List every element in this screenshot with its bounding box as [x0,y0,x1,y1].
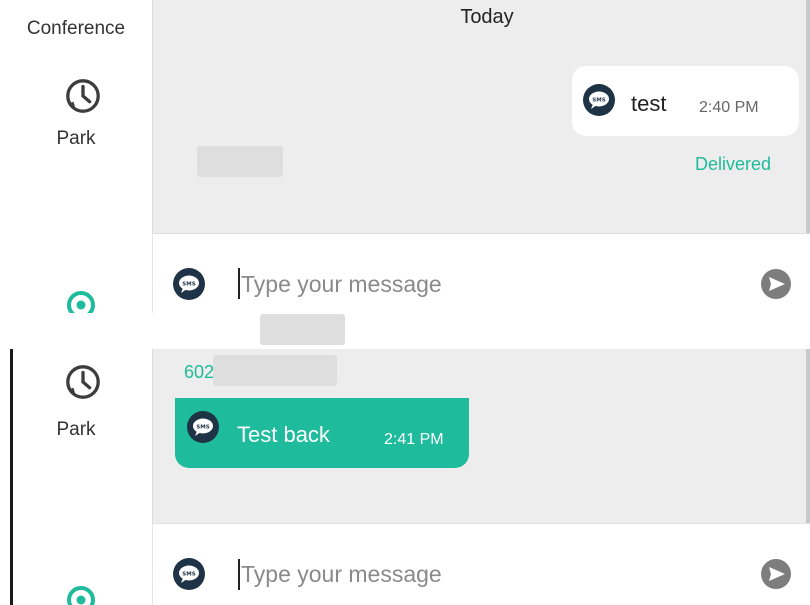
scrollbar[interactable] [806,349,810,523]
sidebar: Conference Park [0,0,152,313]
sidebar-item-park-label: Park [56,419,96,440]
delivery-status: Delivered [695,154,772,174]
clock-icon [66,365,100,399]
sms-icon: SMS [173,558,205,590]
message-input[interactable] [241,558,721,590]
svg-text:SMS: SMS [182,282,195,288]
redacted-block [260,314,345,345]
send-arrow-icon[interactable] [760,268,792,300]
incoming-message-text: Test back [237,422,330,447]
outgoing-message-time: 2:40 PM [699,99,759,116]
sms-icon: SMS [173,268,205,300]
sender-number: 602 [184,362,215,382]
svg-text:SMS: SMS [592,98,605,104]
svg-text:SMS: SMS [182,572,195,578]
clock-icon [66,79,100,113]
day-separator: Today [460,6,514,28]
incoming-message-time: 2:41 PM [384,431,444,448]
scrollbar[interactable] [806,0,810,233]
outgoing-message-text: test [631,91,667,116]
send-arrow-icon[interactable] [760,558,792,590]
sidebar-item-conference-label[interactable]: Conference [0,18,152,40]
text-caret [238,268,240,299]
sidebar-item-park-label: Park [56,128,96,149]
svg-text:SMS: SMS [196,425,209,431]
redacted-sender [213,355,337,386]
sidebar: Park [0,349,152,605]
green-ring-icon[interactable] [66,585,96,605]
window-edge [10,349,13,605]
chat-panel-bottom: Park 602 SMS Test back 2:41 PM SMS [0,349,810,605]
chat-panel-top: Conference Park Today SMS test 2:40 PM D… [0,0,810,313]
redacted-contact [197,146,283,177]
sms-icon: SMS [187,411,219,443]
green-ring-icon[interactable] [66,290,96,313]
sms-chat-screenshots: Conference Park Today SMS test 2:40 PM D… [0,0,810,605]
text-caret [238,559,240,590]
message-input[interactable] [241,268,721,300]
sms-icon: SMS [583,84,615,116]
